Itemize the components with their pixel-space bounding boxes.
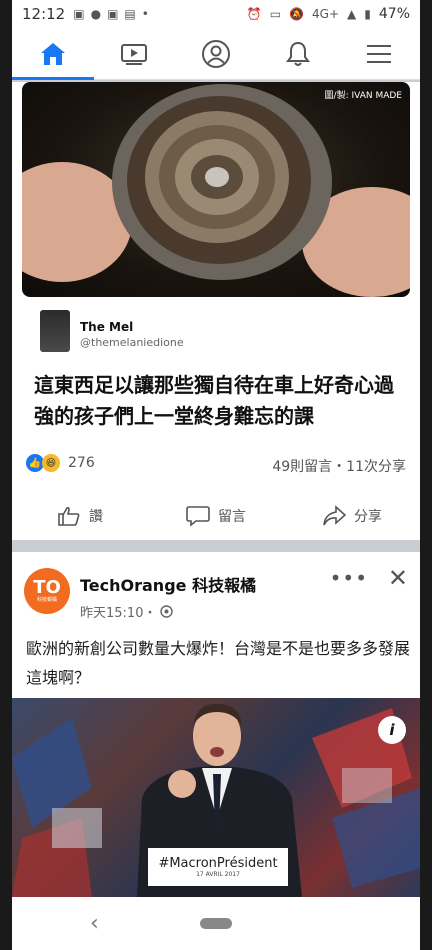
share-label: 分享 [354,509,382,525]
podium-sign: #MacronPrésident 17 AVRIL 2017 [148,848,288,886]
nav-profile[interactable] [175,28,257,79]
android-icon: ▣ [73,7,85,21]
bell-icon [285,41,310,66]
reaction-summary[interactable]: 👍 😆 276 [26,454,95,472]
comment-label: 留言 [218,509,246,525]
avatar [40,310,70,352]
video-icon [121,43,148,65]
notification-icons: ▣ ● ▣ ▤ • [73,7,149,21]
system-indicators: ⏰ ▭ 🔕 4G+ ▲ ▮ 47% [247,6,410,22]
battery-level: 47% [378,6,410,22]
nav-notifications[interactable] [257,28,339,79]
battery-icon: ▮ [364,7,371,21]
cast-icon: ▭ [269,7,282,21]
nav-watch[interactable] [94,28,176,79]
quoted-author-name: The Mel [80,320,134,334]
clock: 12:12 [22,5,66,23]
avatar-logo-text: TO [33,576,61,598]
post-headline[interactable]: 這東西足以讓那些獨自待在車上好奇心過強的孩子們上一堂終身難忘的課 [34,370,400,432]
system-nav-bar: ‹ [12,897,420,950]
post-time[interactable]: 昨天15:10・ [80,602,156,621]
thumbs-up-icon [58,506,80,526]
home-icon [40,42,65,65]
post-image[interactable]: 圖/製: IVAN MADE [22,82,410,297]
left-bezel [0,0,12,950]
download-icon: ▤ [124,7,136,21]
post-image[interactable]: i #MacronPrésident 17 AVRIL 2017 [12,698,420,897]
post-actions: 讚 留言 分享 [12,492,420,540]
share-icon [323,505,346,526]
info-icon[interactable]: i [378,716,406,744]
hamburger-icon [367,44,392,63]
feed-post: 圖/製: IVAN MADE The Mel @themelaniedione … [12,82,420,540]
feed-post: TO 科技報橘 TechOrange 科技報橘 昨天15:10・ ••• ✕ 歐… [12,552,420,897]
android-icon: ▣ [107,7,119,21]
avatar[interactable]: TO 科技報橘 [24,568,70,614]
quoted-author-handle: @themelaniedione [80,336,184,349]
comment-icon [186,506,210,527]
dot-icon: • [141,7,149,21]
home-gesture-pill[interactable] [200,918,232,929]
post-text[interactable]: 歐洲的新創公司數量大爆炸！台灣是不是也要多多發展這塊啊？ [26,634,411,692]
network-type: 4G+ [312,7,340,21]
podium-hashtag: #MacronPrésident [158,856,278,871]
post-meta: 昨天15:10・ [80,602,174,621]
mute-icon: 🔕 [289,7,305,21]
right-bezel [420,0,432,950]
nav-menu[interactable] [338,28,420,79]
status-bar: 12:12 ▣ ● ▣ ▤ • ⏰ ▭ 🔕 4G+ ▲ ▮ 47% [12,0,420,28]
main-nav [12,28,420,80]
podium-date: 17 AVRIL 2017 [196,871,240,878]
page-name[interactable]: TechOrange 科技報橘 [80,572,256,596]
close-icon[interactable]: ✕ [388,564,408,592]
share-button[interactable]: 分享 [284,492,420,540]
like-button[interactable]: 讚 [12,492,148,540]
messenger-icon: ● [90,7,102,21]
comment-button[interactable]: 留言 [148,492,284,540]
globe-icon [160,605,174,618]
like-label: 讚 [89,509,103,525]
comment-share-stats[interactable]: 49則留言・11次分享 [272,456,406,476]
signal-icon: ▲ [347,7,357,21]
back-icon[interactable]: ‹ [90,911,99,936]
profile-icon [201,39,230,68]
image-credit: 圖/製: IVAN MADE [324,91,402,101]
more-options-button[interactable]: ••• [330,566,368,590]
phone-screen: 12:12 ▣ ● ▣ ▤ • ⏰ ▭ 🔕 4G+ ▲ ▮ 47% 圖/製: I… [0,0,432,950]
nav-home[interactable] [12,28,94,80]
hand-holding-object-photo [22,84,410,297]
reaction-count: 276 [68,455,95,471]
avatar-logo-subtext: 科技報橘 [36,596,57,603]
haha-reaction-icon: 😆 [42,454,60,472]
alarm-icon: ⏰ [246,7,262,21]
